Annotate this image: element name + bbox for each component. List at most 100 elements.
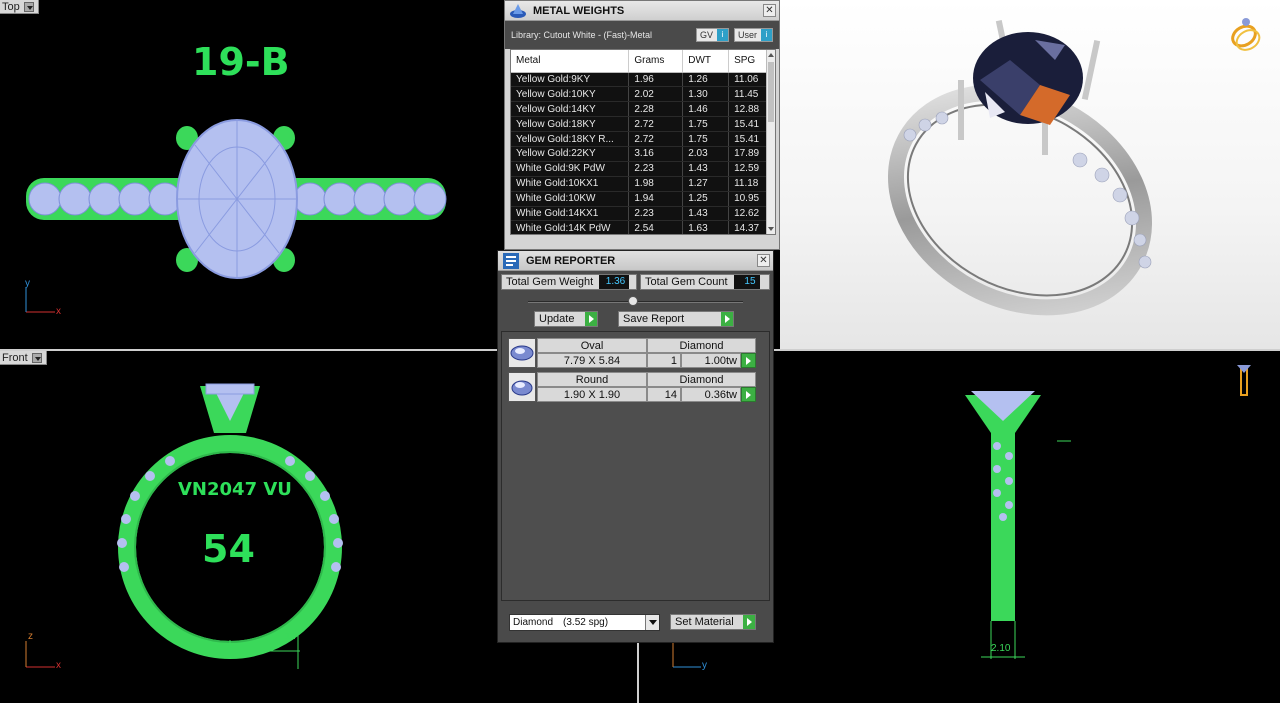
grams-cell: 2.23 [628,206,684,222]
scroll-down-icon[interactable] [768,227,774,231]
grams-cell: 1.96 [628,72,684,88]
metal-weights-panel: METAL WEIGHTS ✕ Library: Cutout White - … [504,0,780,250]
metal-name-cell: White Gold:10KX1 [511,176,630,192]
table-row[interactable]: White Gold:9K PdW 2.23 1.43 12.59 [511,161,769,177]
metal-table[interactable]: Metal Grams DWT SPG Yellow Gold:9KY 1.96 1… [510,49,776,235]
gem-totals: Total Gem Weight 1.36 Total Gem Count 15 [498,271,773,293]
dimension-label: 2.10 [991,643,1011,654]
grams-cell: 1.98 [628,176,684,192]
play-icon [743,615,755,629]
material-select-name: Diamond [513,616,554,628]
select-gem-button[interactable] [741,353,756,368]
gem-list[interactable]: Oval Diamond 7.79 X 5.84 1 1.00tw Round … [501,331,770,601]
grams-cell: 3.16 [628,146,684,162]
grams-cell: 1.94 [628,191,684,207]
table-row[interactable]: Yellow Gold:9KY 1.96 1.26 11.06 [511,72,769,88]
engraving-size: 54 [202,527,255,571]
dwt-cell: 1.27 [682,176,730,192]
gem-reporter-icon [503,252,519,269]
table-row[interactable]: Yellow Gold:14KY 2.28 1.46 12.88 [511,101,769,118]
close-icon[interactable]: ✕ [757,254,770,267]
spg-cell: 15.41 [728,131,769,147]
table-row[interactable]: Yellow Gold:10KY 2.02 1.30 11.45 [511,86,769,103]
metal-name-cell: Yellow Gold:14KY [511,101,630,118]
gem-reporter-title: GEM REPORTER [526,254,616,267]
ring-icon[interactable] [1229,18,1263,54]
table-row[interactable]: White Gold:14K PdW 2.54 1.63 14.37 [511,220,769,234]
dwt-cell: 1.75 [682,131,730,147]
table-row[interactable]: Yellow Gold:22KY 3.16 2.03 17.89 [511,146,769,162]
gem-qty: 14 [647,387,681,402]
library-row: Library: Cutout White - (Fast)-Metal GV i… [505,21,779,49]
metal-name-cell: Yellow Gold:10KY [511,86,630,103]
gem-shape: Round [537,372,647,387]
ring-side-icon[interactable] [1237,365,1251,396]
grams-cell: 2.72 [628,131,684,147]
ring-top-view [25,119,447,313]
axis-y-label: y [702,660,707,671]
table-row[interactable]: White Gold:14KX1 2.23 1.43 12.62 [511,206,769,222]
material-select[interactable]: Diamond (3.52 spg) [509,613,660,631]
user-toggle[interactable]: User i [733,28,773,42]
table-row[interactable]: White Gold:10KW 1.94 1.25 10.95 [511,191,769,207]
gem-actions: Update Save Report [498,308,773,330]
size-slider[interactable] [528,296,743,308]
gem-weight: 1.00tw [681,353,741,368]
set-material-button[interactable]: Set Material [670,614,756,630]
dwt-cell: 1.75 [682,116,730,133]
gem-row-round[interactable]: Round Diamond 1.90 X 1.90 14 0.36tw [508,372,756,402]
gv-toggle[interactable]: GV i [695,28,729,42]
scroll-thumb[interactable] [768,62,774,122]
column-header-grams[interactable]: Grams [628,50,684,73]
spg-cell: 10.95 [728,191,769,207]
metal-weights-title: METAL WEIGHTS [533,4,625,17]
gem-shape: Oval [537,338,647,353]
play-icon [721,312,733,326]
gem-qty: 1 [647,353,681,368]
close-icon[interactable]: ✕ [763,4,776,17]
gem-size: 1.90 X 1.90 [537,387,647,402]
grams-cell: 2.23 [628,161,684,177]
table-row[interactable]: White Gold:10KX1 1.98 1.27 11.18 [511,176,769,192]
save-report-button[interactable]: Save Report [618,311,734,327]
info-icon: i [761,29,772,41]
axis-y-label: y [25,278,30,289]
column-header-spg[interactable]: SPG [728,50,769,73]
dwt-cell: 1.25 [682,191,730,207]
grams-cell: 2.72 [628,116,684,133]
viewport-perspective[interactable] [780,0,1280,349]
slider-knob[interactable] [628,296,638,306]
total-gem-weight-value: 1.36 [599,275,630,289]
table-row[interactable]: Yellow Gold:18KY R... 2.72 1.75 15.41 [511,131,769,147]
spg-cell: 11.06 [728,72,769,88]
spg-cell: 11.18 [728,176,769,192]
metal-table-scrollbar[interactable] [766,50,775,234]
update-button[interactable]: Update [534,311,598,327]
metal-name-cell: Yellow Gold:18KY [511,116,630,133]
gem-row-oval[interactable]: Oval Diamond 7.79 X 5.84 1 1.00tw [508,338,756,368]
metal-weights-titlebar[interactable]: METAL WEIGHTS ✕ [505,1,779,21]
dwt-cell: 1.26 [682,72,730,88]
gem-size: 7.79 X 5.84 [537,353,647,368]
gem-footer: Diamond (3.52 spg) Set Material [501,605,770,639]
library-label: Library: Cutout White - (Fast)-Metal [511,30,653,40]
metal-name-cell: White Gold:14KX1 [511,206,630,222]
column-header-metal[interactable]: Metal [511,50,630,73]
chevron-down-icon[interactable] [645,614,659,630]
info-icon: i [716,29,728,41]
column-header-dwt[interactable]: DWT [682,50,730,73]
total-gem-weight: Total Gem Weight 1.36 [501,274,637,290]
spg-cell: 11.45 [728,86,769,103]
select-gem-button[interactable] [741,387,756,402]
dimension-label: 1.7 [285,631,298,641]
scroll-up-icon[interactable] [768,53,774,57]
dwt-cell: 1.46 [682,101,730,118]
spg-cell: 17.89 [728,146,769,162]
dwt-cell: 1.30 [682,86,730,103]
gem-reporter-titlebar[interactable]: GEM REPORTER ✕ [498,251,773,271]
spg-cell: 12.59 [728,161,769,177]
viewport-top[interactable]: Top 19-B x y [0,0,504,349]
material-select-spg: (3.52 spg) [563,616,609,628]
table-row[interactable]: Yellow Gold:18KY 2.72 1.75 15.41 [511,116,769,133]
gem-material: Diamond [647,338,756,353]
